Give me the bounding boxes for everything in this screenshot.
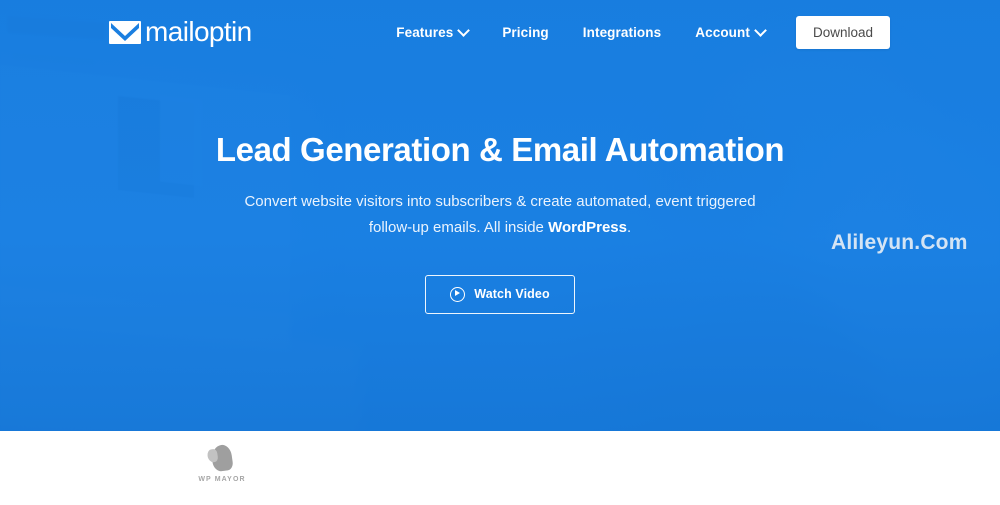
watch-video-button[interactable]: Watch Video [425,274,575,314]
hero-subtitle-strong: WordPress [548,218,627,236]
hero-subtitle-line1: Convert website visitors into subscriber… [244,192,756,210]
watch-video-label: Watch Video [474,287,550,302]
hero-section: mailoptin Features Pricing Integrations … [0,0,1000,431]
hero-subtitle: Convert website visitors into subscriber… [244,189,755,241]
hero-subtitle-line2-post: . [626,218,632,236]
wp-mayor-icon [210,443,234,473]
hero-content: Lead Generation & Email Automation Conve… [0,0,1000,431]
partner-logo-wp-mayor[interactable]: WP MAYOR [196,443,248,483]
hero-subtitle-line2-pre: follow-up emails. All inside [368,218,549,236]
landing-page: mailoptin Features Pricing Integrations … [0,0,1000,505]
partner-logos: WP MAYOR designmodo WPEXPLORER CLOUDWAYS… [0,431,1000,505]
partner-logo-strip: WP MAYOR designmodo WPEXPLORER CLOUDWAYS… [0,431,1000,505]
hero-watermark: Alileyun.Com [831,231,968,254]
play-circle-icon [450,286,466,302]
partner-logo-label: WP MAYOR [198,476,246,483]
page-title: Lead Generation & Email Automation [215,131,785,168]
